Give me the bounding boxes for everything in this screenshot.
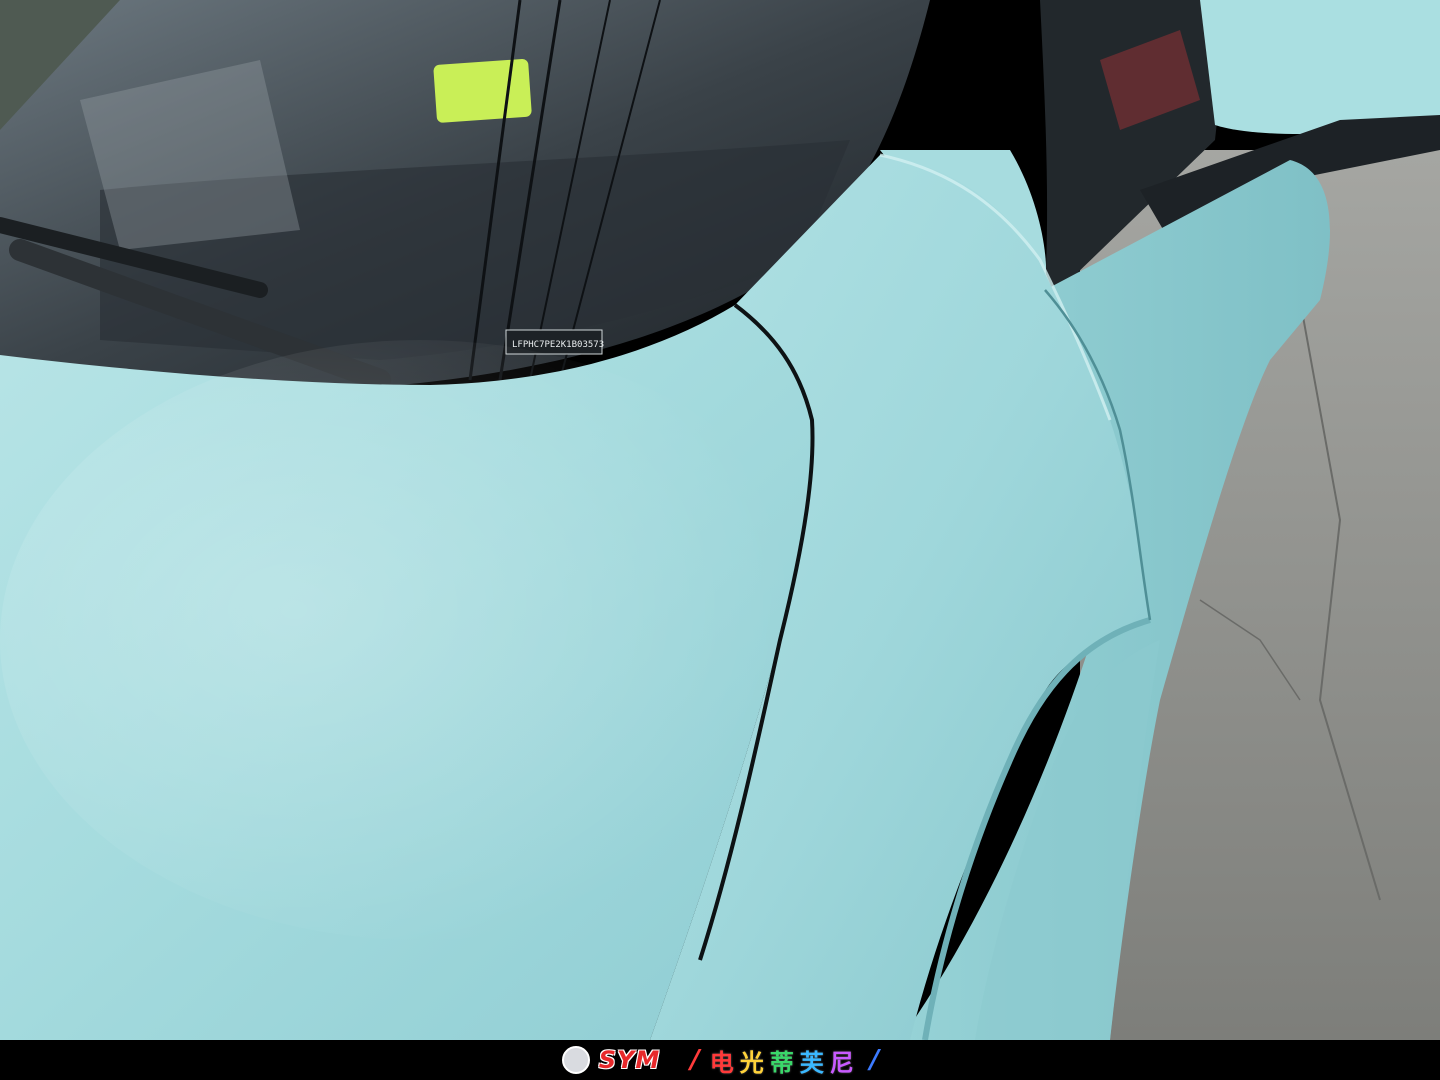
hood-sheen xyxy=(0,340,840,940)
slogan: / 电光蒂芙尼 / xyxy=(690,1043,879,1078)
sym-logo-icon xyxy=(561,1046,590,1074)
brand-name: SYM xyxy=(598,1046,661,1074)
slogan-char: 尼 xyxy=(829,1048,854,1077)
slogan-char: 电 xyxy=(709,1048,734,1077)
vin-sticker-text: LFPHC7PE2K1B03573 xyxy=(512,340,604,350)
slogan-char: 蒂 xyxy=(769,1048,794,1077)
slogan-text: 电光蒂芙尼 xyxy=(710,1043,860,1078)
slogan-close-mark: / xyxy=(869,1045,880,1075)
brand-logo: SYM xyxy=(561,1045,661,1075)
photo-stage: LFPHC7PE2K1B03573 SYM / 电 光 蒂 芙 尼 / xyxy=(0,0,1440,1080)
watermark-bar: SYM / 电光蒂芙尼 / xyxy=(0,1040,1440,1080)
slogan-char: 光 xyxy=(739,1048,764,1077)
car-photo: LFPHC7PE2K1B03573 xyxy=(0,0,1440,1040)
slogan-open-mark: / xyxy=(690,1045,700,1075)
slogan-char: 芙 xyxy=(799,1048,824,1077)
side-mirror-housing xyxy=(1200,0,1440,135)
dashboard-green-item xyxy=(433,58,532,123)
